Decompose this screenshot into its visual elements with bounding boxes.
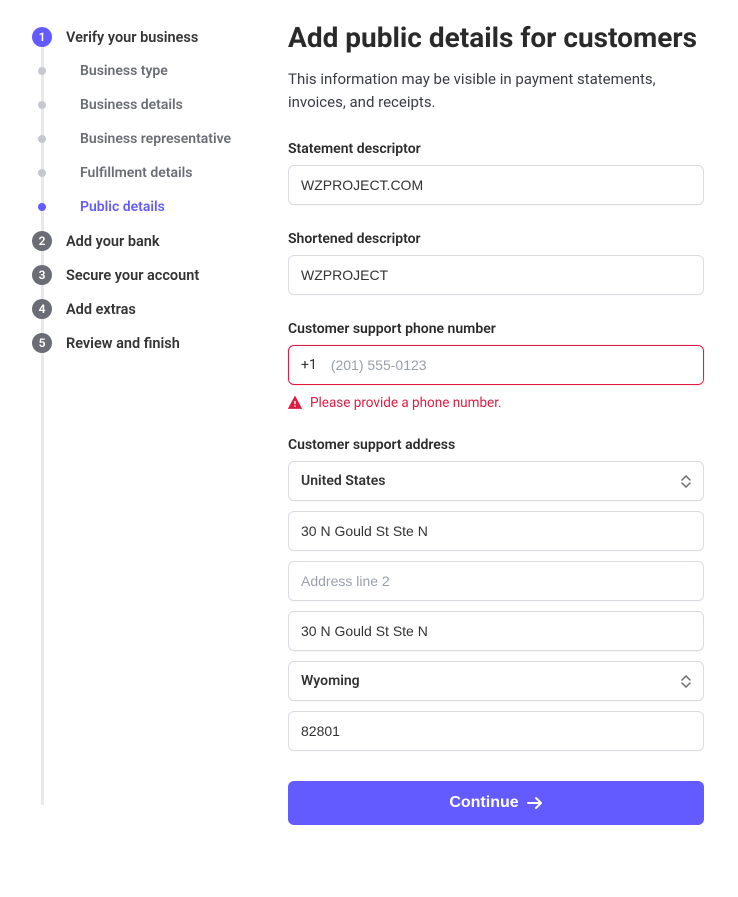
substep-label: Business representative — [80, 131, 231, 147]
address-line1-input[interactable] — [288, 511, 704, 551]
chevron-updown-icon — [681, 675, 691, 688]
step-label: Add extras — [66, 301, 136, 318]
step-number-badge: 4 — [32, 299, 52, 319]
support-phone-group: Customer support phone number +1 Please … — [288, 321, 704, 411]
step-number-badge: 5 — [32, 333, 52, 353]
substep-dot-icon — [38, 67, 46, 75]
statement-descriptor-label: Statement descriptor — [288, 141, 704, 157]
support-address-group: Customer support address United States W… — [288, 437, 704, 751]
page-title: Add public details for customers — [288, 20, 704, 56]
step-add-bank[interactable]: 2 Add your bank — [32, 224, 264, 258]
support-phone-input[interactable] — [325, 346, 703, 384]
substep-business-details[interactable]: Business details — [32, 88, 264, 122]
continue-button-label: Continue — [449, 794, 518, 812]
arrow-right-icon — [527, 796, 543, 810]
substep-fulfillment-details[interactable]: Fulfillment details — [32, 156, 264, 190]
shortened-descriptor-group: Shortened descriptor — [288, 231, 704, 295]
step-number-badge: 1 — [32, 27, 52, 47]
step-label: Verify your business — [66, 29, 198, 46]
substep-dot-icon — [38, 101, 46, 109]
step-label: Add your bank — [66, 233, 160, 250]
substep-dot-icon — [38, 135, 46, 143]
support-address-label: Customer support address — [288, 437, 704, 453]
state-select[interactable]: Wyoming — [288, 661, 704, 701]
address-postal-input[interactable] — [288, 711, 704, 751]
step-verify-business[interactable]: 1 Verify your business — [32, 20, 264, 54]
substep-business-representative[interactable]: Business representative — [32, 122, 264, 156]
substep-public-details[interactable]: Public details — [32, 190, 264, 224]
state-selected-value: Wyoming — [301, 673, 360, 689]
address-city-input[interactable] — [288, 611, 704, 651]
chevron-updown-icon — [681, 475, 691, 488]
step-secure-account[interactable]: 3 Secure your account — [32, 258, 264, 292]
form-main: Add public details for customers This in… — [264, 20, 704, 825]
warning-icon — [288, 396, 302, 410]
statement-descriptor-group: Statement descriptor — [288, 141, 704, 205]
phone-error-message: Please provide a phone number. — [288, 395, 704, 411]
setup-steps-sidebar: 1 Verify your business Business type Bus… — [24, 20, 264, 825]
country-select[interactable]: United States — [288, 461, 704, 501]
substep-dot-icon — [38, 203, 46, 211]
substep-label: Fulfillment details — [80, 165, 192, 181]
step-label: Secure your account — [66, 267, 199, 284]
substep-dot-icon — [38, 169, 46, 177]
support-phone-wrapper: +1 — [288, 345, 704, 385]
shortened-descriptor-label: Shortened descriptor — [288, 231, 704, 247]
substep-label: Business type — [80, 63, 168, 79]
step-review-finish[interactable]: 5 Review and finish — [32, 326, 264, 360]
continue-button[interactable]: Continue — [288, 781, 704, 825]
phone-country-prefix[interactable]: +1 — [289, 357, 325, 373]
step-label: Review and finish — [66, 335, 180, 352]
substep-business-type[interactable]: Business type — [32, 54, 264, 88]
substep-label: Business details — [80, 97, 183, 113]
country-selected-value: United States — [301, 473, 385, 489]
step-number-badge: 2 — [32, 231, 52, 251]
shortened-descriptor-input[interactable] — [288, 255, 704, 295]
support-phone-label: Customer support phone number — [288, 321, 704, 337]
error-text: Please provide a phone number. — [310, 395, 502, 411]
address-line2-input[interactable] — [288, 561, 704, 601]
step-connector-line — [41, 38, 44, 805]
statement-descriptor-input[interactable] — [288, 165, 704, 205]
substep-label: Public details — [80, 199, 165, 215]
step-add-extras[interactable]: 4 Add extras — [32, 292, 264, 326]
step-number-badge: 3 — [32, 265, 52, 285]
page-subtitle: This information may be visible in payme… — [288, 68, 704, 113]
